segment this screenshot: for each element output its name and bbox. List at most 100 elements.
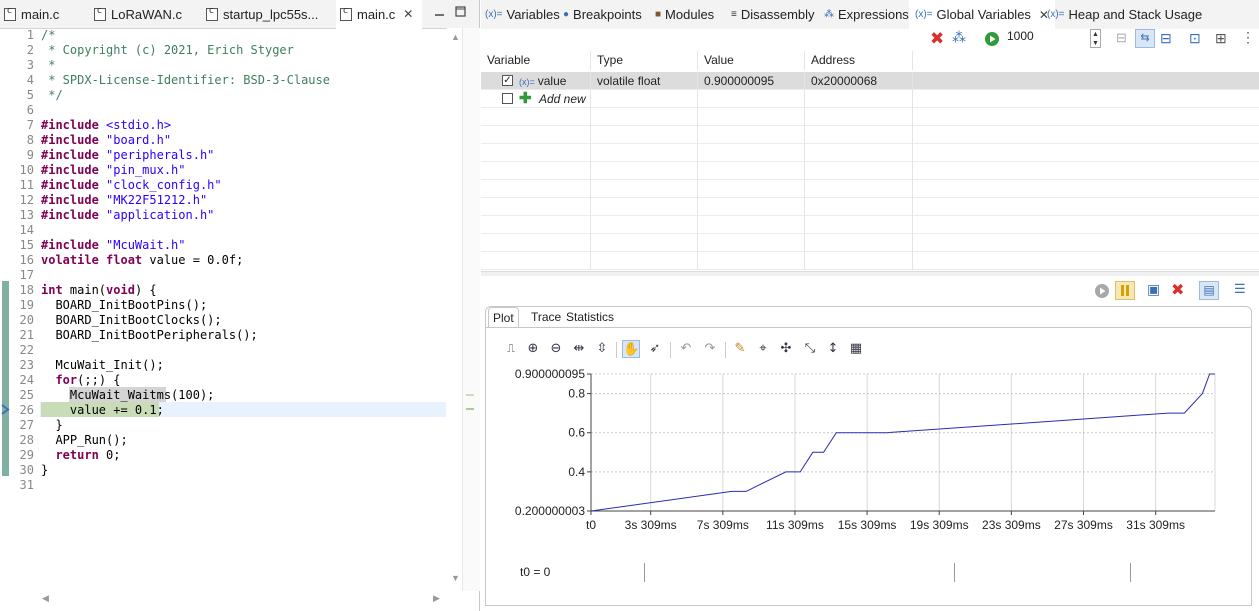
auto-scale-icon[interactable]: ⎍ [502,340,520,358]
code-line: 31 [0,478,447,493]
pause-icon[interactable] [1115,281,1135,300]
line-number: 6 [26,103,34,117]
list-icon[interactable]: ☰ [1234,281,1246,297]
line-number: 18 [19,283,34,297]
c-file-icon [206,6,218,21]
layout-toggle-icon[interactable]: ⇆ [1135,29,1155,48]
editor-horizontal-scrollbar[interactable]: ◀ ▶ [40,591,446,606]
tab-global-variables[interactable]: (x)= Global Variables ✕ [909,0,1055,29]
show-details-icon[interactable]: ▤ [1199,281,1219,300]
select-icon[interactable]: ➶ [646,340,664,358]
zoom-x-icon[interactable]: ⇹ [570,340,588,358]
value-cell[interactable]: 0.900000095 [698,72,805,90]
column-header-value[interactable]: Value [698,51,805,70]
tab-trace[interactable]: Trace [527,307,565,327]
code-line: 3 * [0,58,447,73]
pan-icon[interactable]: ✋ [622,340,640,358]
editor-vertical-scrollbar[interactable]: ▲ ▼ [447,28,462,591]
refresh-rate-spinner[interactable]: ▲ ▼ [1090,29,1101,48]
tab-modules[interactable]: ■ Modules [655,0,714,29]
annotation-icon[interactable]: ✎ [731,340,749,358]
tab-breakpoints[interactable]: ● Breakpoints [563,0,642,29]
code-line: 11 #include "clock_config.h" [0,178,447,193]
tab-label: Modules [665,7,715,22]
column-header-variable[interactable]: Variable [481,51,591,70]
settings-icon[interactable]: ▦ [847,340,865,358]
close-icon[interactable]: ✕ [403,7,413,21]
code-text: value += 0.1; [41,403,164,417]
value-plot-chart[interactable]: 0.200000003 0.4 0.6 0.8 0.900000095 t0 3s 309m… [488,363,1248,543]
remove-all-icon[interactable]: ✖ [930,29,944,49]
scroll-right-icon[interactable]: ▶ [433,593,440,604]
zoom-y-icon[interactable]: ⇳ [593,340,611,358]
tab-statistics[interactable]: Statistics [562,307,618,327]
empty-row [481,180,1259,198]
measure-x-icon[interactable]: ⤡ [801,340,819,358]
code-text: int main(void) { [41,283,157,297]
cursor-marker [644,563,645,582]
add-cursor-icon[interactable]: ⌖ [754,340,772,358]
add-new-cell[interactable]: ✚ Add new [481,90,591,108]
line-number: 1 [26,28,34,42]
refresh-rate-value: 1000 [1007,29,1034,43]
code-text: #include "MK22F51212.h" [41,193,208,207]
column-header-type[interactable]: Type [591,51,698,70]
code-line: 24 for(;;) { [0,373,447,388]
pin-icon[interactable]: ⊞ [1215,30,1227,47]
redo-icon[interactable]: ↷ [701,340,719,358]
scroll-up-icon[interactable]: ▲ [451,32,460,42]
remove-cursor-icon[interactable]: ✣ [777,340,795,358]
code-line: 22 [0,343,447,358]
tab-variables[interactable]: (x)= Variables [485,0,560,29]
clear-icon[interactable]: ✖ [1171,280,1184,299]
undo-icon[interactable]: ↶ [677,340,695,358]
play-icon[interactable] [1094,283,1110,299]
type-cell: volatile float [591,72,698,90]
save-icon[interactable]: ▣ [1147,281,1160,298]
tab-plot[interactable]: Plot [488,307,519,328]
code-line: 30} [0,463,447,478]
show-columns-icon[interactable]: ⊟ [1160,30,1172,47]
tab-disassembly[interactable]: ≡ Disassembly [731,0,815,29]
view-menu-icon[interactable]: ⋮ [1241,29,1255,46]
editor-tab-main-c-active[interactable]: main.c ✕ [336,0,422,29]
code-text-area[interactable]: 1 /* 2 * Copyright (c) 2021, Erich Styger… [0,28,447,591]
start-refresh-icon[interactable] [984,31,1000,47]
editor-tab-startup[interactable]: startup_lpc55s... [206,0,334,28]
zoom-out-icon[interactable]: ⊖ [547,340,565,358]
new-view-icon[interactable]: ⊡ [1189,30,1201,47]
column-header-address[interactable]: Address [805,51,913,70]
code-text: * [41,58,56,72]
modules-icon: ■ [655,9,662,20]
line-number: 21 [19,328,34,342]
toolbar-separator [616,342,617,358]
editor-tab-lorawan-c[interactable]: LoRaWAN.c [94,0,194,28]
collapse-icon[interactable]: ⊟ [1116,30,1127,46]
line-number: 31 [19,478,34,492]
measure-y-icon[interactable]: ↕ [824,340,842,358]
code-text: for(;;) { [55,373,121,387]
add-checkbox[interactable] [502,93,513,104]
overview-ruler[interactable] [462,28,480,591]
line-number: 15 [19,238,34,252]
scroll-left-icon[interactable]: ◀ [42,593,49,604]
code-line: 27 } [0,418,447,433]
code-text: APP_Run(); [41,433,128,447]
tab-expressions[interactable]: ⁂ Expressions [824,0,909,29]
maximize-icon[interactable] [455,6,466,17]
ruler-marker [466,394,474,396]
minimize-icon[interactable] [434,6,445,17]
tab-heap-stack-usage[interactable]: (x)= Heap and Stack Usage [1047,0,1202,29]
watch-checkbox[interactable]: ✓ [502,75,513,86]
add-new-row[interactable]: ✚ Add new [481,90,1259,108]
editor-tab-main-c-1[interactable]: main.c [4,0,84,28]
code-line: 18 int main(void) { [0,283,447,298]
empty-row [481,234,1259,252]
add-variables-icon[interactable]: ⁂ [952,30,966,46]
scroll-down-icon[interactable]: ▼ [451,573,460,583]
code-text: BOARD_InitBootClocks(); [41,313,222,327]
zoom-in-icon[interactable]: ⊕ [524,340,542,358]
code-line: 23 McuWait_Init(); [0,358,447,373]
table-row[interactable]: ✓ (x)= value volatile float 0.900000095 0… [481,72,1259,90]
global-variables-icon: (x)= [915,9,933,20]
